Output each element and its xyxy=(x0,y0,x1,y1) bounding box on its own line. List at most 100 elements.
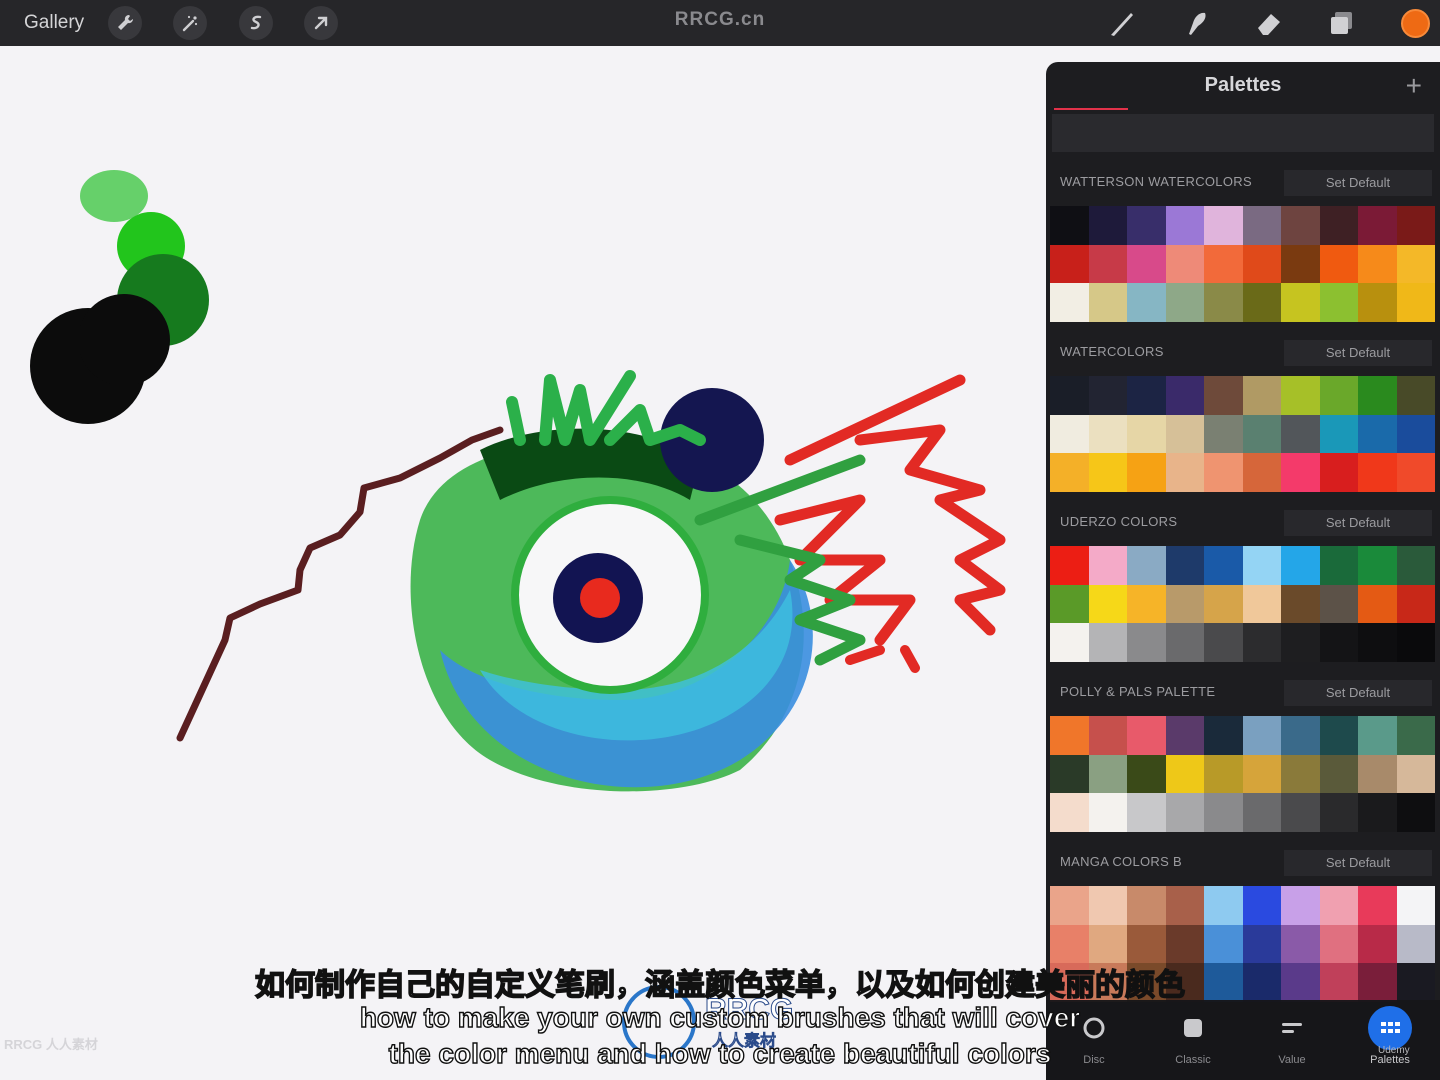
color-swatch[interactable] xyxy=(1396,244,1435,283)
color-swatch[interactable] xyxy=(1396,414,1435,453)
color-swatch[interactable] xyxy=(1088,623,1127,662)
color-swatch[interactable] xyxy=(1127,376,1166,415)
color-swatch[interactable] xyxy=(1358,886,1397,925)
color-swatch[interactable] xyxy=(1050,244,1089,283)
set-default-button[interactable]: Set Default xyxy=(1284,170,1432,196)
palette-card[interactable]: UDERZO COLORS Set Default xyxy=(1046,510,1440,662)
color-swatch[interactable] xyxy=(1127,584,1166,623)
color-swatch[interactable] xyxy=(1281,414,1320,453)
color-swatch[interactable] xyxy=(1319,924,1358,963)
color-swatch[interactable] xyxy=(1242,376,1281,415)
color-swatch[interactable] xyxy=(1165,924,1204,963)
color-swatch[interactable] xyxy=(1319,283,1358,322)
color-swatch[interactable] xyxy=(1204,244,1243,283)
color-swatch[interactable] xyxy=(1281,376,1320,415)
color-swatch[interactable] xyxy=(1358,623,1397,662)
color-swatch[interactable] xyxy=(1204,793,1243,832)
color-swatch[interactable] xyxy=(1088,716,1127,755)
set-default-button[interactable]: Set Default xyxy=(1284,850,1432,876)
color-swatch[interactable] xyxy=(1204,924,1243,963)
color-swatch[interactable] xyxy=(1165,244,1204,283)
color-swatch[interactable] xyxy=(1050,376,1089,415)
color-swatch[interactable] xyxy=(1127,244,1166,283)
color-swatch[interactable] xyxy=(1165,376,1204,415)
color-swatch[interactable] xyxy=(1050,283,1089,322)
color-swatch[interactable] xyxy=(1127,793,1166,832)
color-swatch[interactable] xyxy=(1242,414,1281,453)
set-default-button[interactable]: Set Default xyxy=(1284,680,1432,706)
color-swatch[interactable] xyxy=(1396,546,1435,585)
color-swatch[interactable] xyxy=(1396,716,1435,755)
color-swatch[interactable] xyxy=(1204,414,1243,453)
color-swatch[interactable] xyxy=(1050,584,1089,623)
color-swatch[interactable] xyxy=(1127,716,1166,755)
color-swatch[interactable] xyxy=(1319,546,1358,585)
color-swatch[interactable] xyxy=(1088,244,1127,283)
color-swatch[interactable] xyxy=(1396,793,1435,832)
color-swatch[interactable] xyxy=(1088,754,1127,793)
color-swatch[interactable] xyxy=(1165,414,1204,453)
color-swatch[interactable] xyxy=(1242,886,1281,925)
color-swatch[interactable] xyxy=(1204,206,1243,245)
add-palette-button[interactable]: + xyxy=(1406,70,1422,102)
color-swatch[interactable] xyxy=(1204,453,1243,492)
color-swatch[interactable] xyxy=(1242,584,1281,623)
color-swatch[interactable] xyxy=(1358,546,1397,585)
color-swatch[interactable] xyxy=(1242,623,1281,662)
color-swatch[interactable] xyxy=(1204,376,1243,415)
set-default-button[interactable]: Set Default xyxy=(1284,510,1432,536)
color-swatch[interactable] xyxy=(1396,584,1435,623)
color-swatch[interactable] xyxy=(1281,584,1320,623)
color-swatch[interactable] xyxy=(1281,546,1320,585)
color-swatch[interactable] xyxy=(1088,886,1127,925)
color-swatch[interactable] xyxy=(1281,244,1320,283)
color-swatch[interactable] xyxy=(1319,793,1358,832)
color-swatch[interactable] xyxy=(1165,716,1204,755)
color-swatch[interactable] xyxy=(1088,584,1127,623)
color-swatch[interactable] xyxy=(1242,754,1281,793)
set-default-button[interactable]: Set Default xyxy=(1284,340,1432,366)
color-swatch[interactable] xyxy=(1050,924,1089,963)
color-swatch[interactable] xyxy=(1242,716,1281,755)
color-swatch[interactable] xyxy=(1396,754,1435,793)
color-swatch[interactable] xyxy=(1281,716,1320,755)
color-swatch[interactable] xyxy=(1204,584,1243,623)
color-swatch[interactable] xyxy=(1165,283,1204,322)
color-swatch[interactable] xyxy=(1050,886,1089,925)
color-swatch[interactable] xyxy=(1088,376,1127,415)
color-swatch[interactable] xyxy=(1088,414,1127,453)
color-swatch[interactable] xyxy=(1088,793,1127,832)
brush-tool-button[interactable] xyxy=(1106,7,1138,39)
color-swatch[interactable] xyxy=(1050,716,1089,755)
color-swatch[interactable] xyxy=(1050,793,1089,832)
color-swatch[interactable] xyxy=(1358,206,1397,245)
color-swatch[interactable] xyxy=(1165,584,1204,623)
color-swatch[interactable] xyxy=(1396,206,1435,245)
color-swatch[interactable] xyxy=(1319,244,1358,283)
color-swatch[interactable] xyxy=(1396,623,1435,662)
color-swatch[interactable] xyxy=(1396,376,1435,415)
color-swatch[interactable] xyxy=(1165,754,1204,793)
color-swatch[interactable] xyxy=(1281,886,1320,925)
color-swatch[interactable] xyxy=(1127,206,1166,245)
color-swatch[interactable] xyxy=(1204,546,1243,585)
color-swatch[interactable] xyxy=(1319,886,1358,925)
color-swatch[interactable] xyxy=(1281,453,1320,492)
color-swatch[interactable] xyxy=(1127,924,1166,963)
color-swatch[interactable] xyxy=(1396,924,1435,963)
color-swatch[interactable] xyxy=(1127,623,1166,662)
color-swatch[interactable] xyxy=(1319,453,1358,492)
color-swatch[interactable] xyxy=(1204,623,1243,662)
color-swatch[interactable] xyxy=(1050,206,1089,245)
color-swatch[interactable] xyxy=(1358,716,1397,755)
color-swatch[interactable] xyxy=(1358,244,1397,283)
color-swatch[interactable] xyxy=(1165,206,1204,245)
color-swatch[interactable] xyxy=(1281,623,1320,662)
color-swatch[interactable] xyxy=(1358,754,1397,793)
layers-button[interactable] xyxy=(1326,7,1358,39)
current-color-button[interactable] xyxy=(1401,9,1430,38)
color-swatch[interactable] xyxy=(1319,206,1358,245)
color-swatch[interactable] xyxy=(1319,376,1358,415)
color-swatch[interactable] xyxy=(1088,283,1127,322)
color-swatch[interactable] xyxy=(1319,623,1358,662)
